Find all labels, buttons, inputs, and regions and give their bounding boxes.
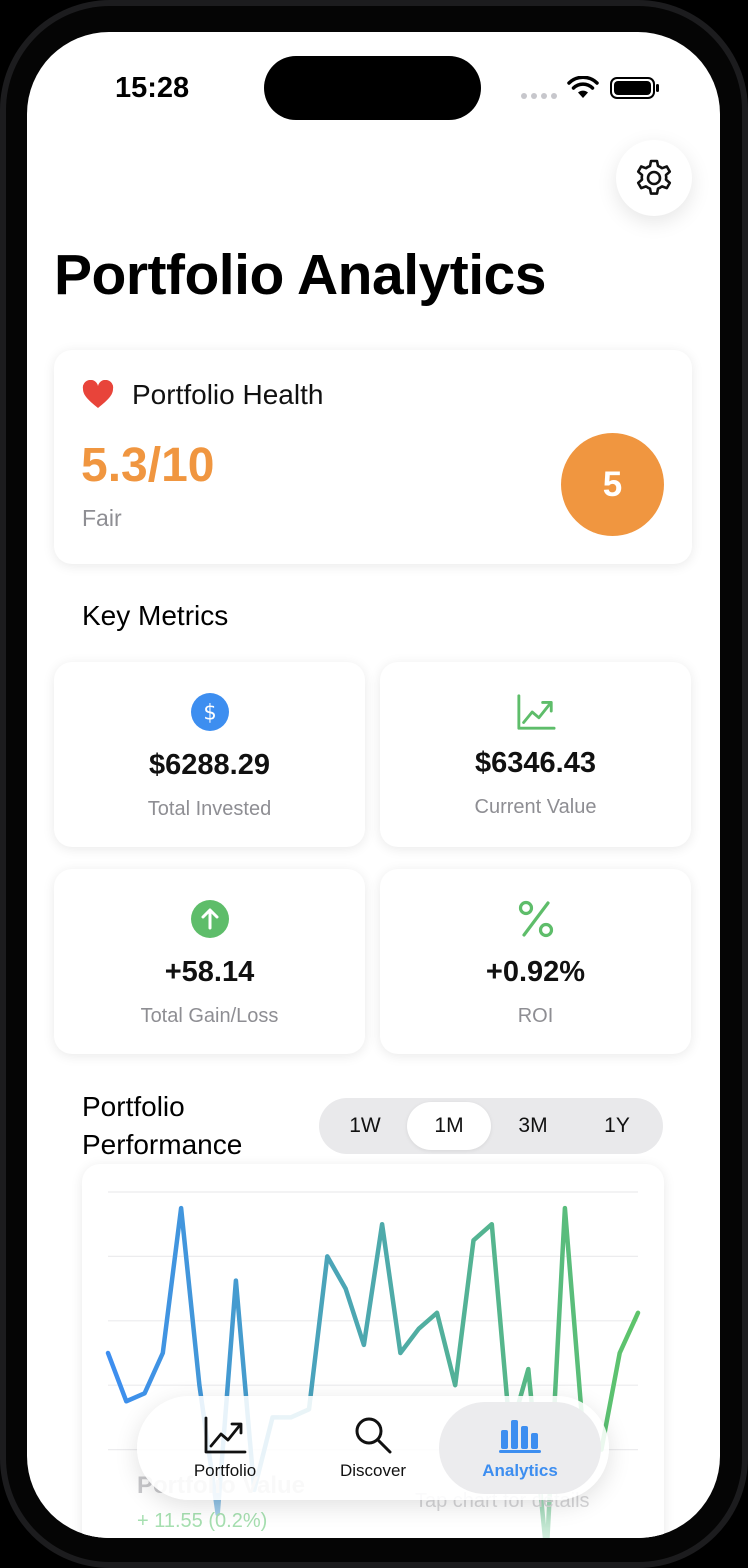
battery-icon [610, 77, 659, 99]
range-1w[interactable]: 1W [323, 1102, 407, 1150]
tab-discover[interactable]: Discover [295, 1396, 451, 1500]
tab-label: Discover [339, 1461, 407, 1480]
health-score: 5.3/10 [81, 439, 215, 492]
metric-value: $6288.29 [149, 749, 270, 781]
metric-label: ROI [517, 1005, 554, 1027]
tab-analytics[interactable]: Analytics [439, 1402, 601, 1494]
range-3m[interactable]: 3M [491, 1102, 575, 1150]
metric-value: +0.92% [485, 956, 586, 988]
tab-portfolio[interactable]: Portfolio [147, 1396, 303, 1500]
key-metrics-title: Key Metrics [82, 600, 229, 631]
chart-footer-change: + 11.55 (0.2%) [137, 1510, 268, 1532]
screen: 15:28 Portfolio Analytics Portfolio Heal… [27, 32, 720, 1538]
chart-up-icon [516, 692, 556, 732]
metric-total-gain-loss[interactable]: +58.14 Total Gain/Loss [54, 869, 365, 1054]
heart-icon [82, 380, 114, 408]
health-score-badge: 5 [561, 433, 664, 536]
metric-label: Current Value [474, 796, 597, 818]
cellular-signal-icon [521, 93, 557, 99]
arrow-up-circle-icon [190, 899, 230, 939]
bar-chart-icon [497, 1415, 543, 1455]
dollar-circle-icon: $ [190, 692, 230, 732]
tab-label: Analytics [482, 1461, 558, 1480]
metric-value: $6346.43 [475, 747, 596, 779]
metric-current-value[interactable]: $6346.43 Current Value [380, 662, 691, 847]
metric-roi[interactable]: +0.92% ROI [380, 869, 691, 1054]
range-selector: 1W 1M 3M 1Y [319, 1098, 663, 1154]
dynamic-island [264, 56, 481, 120]
range-1y[interactable]: 1Y [575, 1102, 659, 1150]
range-1m[interactable]: 1M [407, 1102, 491, 1150]
search-icon [350, 1415, 396, 1455]
tab-bar: Portfolio Discover Analytics [137, 1396, 609, 1500]
metric-label: Total Invested [147, 798, 272, 820]
status-time: 15:28 [115, 72, 190, 104]
health-status: Fair [82, 505, 122, 531]
settings-button[interactable] [616, 140, 692, 216]
portfolio-health-card[interactable]: Portfolio Health 5.3/10 Fair 5 [54, 350, 692, 564]
line-chart-icon [202, 1415, 248, 1455]
page-title: Portfolio Analytics [54, 243, 546, 307]
metric-value: +58.14 [164, 956, 255, 988]
wifi-icon [567, 76, 599, 98]
health-title: Portfolio Health [132, 379, 324, 410]
svg-text:$: $ [203, 701, 216, 725]
performance-title: Portfolio Performance [82, 1091, 243, 1160]
metric-total-invested[interactable]: $ $6288.29 Total Invested [54, 662, 365, 847]
metric-label: Total Gain/Loss [140, 1005, 279, 1027]
percent-icon [516, 899, 556, 939]
gear-icon [636, 159, 672, 195]
tab-label: Portfolio [193, 1461, 257, 1480]
